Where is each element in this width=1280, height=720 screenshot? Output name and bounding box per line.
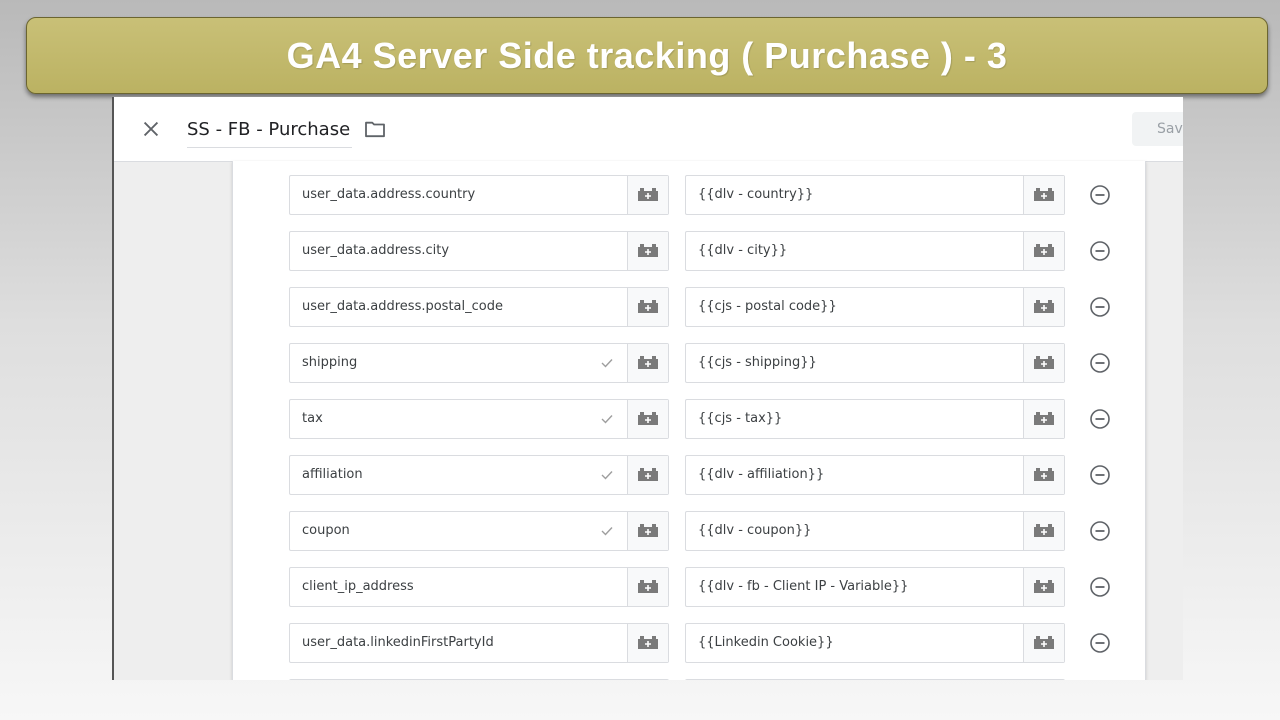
parameter-name-input[interactable]: user_data.linkedinFirstPartyId: [289, 623, 669, 663]
parameter-value-input[interactable]: [685, 679, 1065, 680]
editor-header: SS - FB - Purchase Save: [114, 97, 1183, 162]
remove-circle-icon[interactable]: [1089, 352, 1111, 374]
parameter-name-text: client_ip_address: [302, 579, 414, 594]
check-icon: [600, 356, 614, 370]
parameter-name-input[interactable]: coupon: [289, 511, 669, 551]
check-icon: [600, 468, 614, 482]
parameter-name-input[interactable]: client_ip_address: [289, 567, 669, 607]
variable-picker-icon[interactable]: [1023, 624, 1064, 662]
close-icon[interactable]: [140, 118, 162, 140]
parameter-name-input[interactable]: user_data.address.city: [289, 231, 669, 271]
parameter-value-text: {{cjs - tax}}: [698, 411, 783, 426]
parameter-name-input[interactable]: tax: [289, 399, 669, 439]
parameter-value-input[interactable]: {{dlv - country}}: [685, 175, 1065, 215]
parameter-name-text: coupon: [302, 523, 350, 538]
parameter-name-text: tax: [302, 411, 323, 426]
remove-circle-icon[interactable]: [1089, 464, 1111, 486]
parameter-row: user_data.address.country {{dlv - countr…: [233, 175, 1145, 215]
parameter-name-text: affiliation: [302, 467, 363, 482]
check-icon: [600, 524, 614, 538]
variable-picker-icon[interactable]: [1023, 344, 1064, 382]
remove-circle-icon[interactable]: [1089, 632, 1111, 654]
parameter-row: user_data.address.city {{dlv - city}}: [233, 231, 1145, 271]
parameter-value-input[interactable]: {{dlv - coupon}}: [685, 511, 1065, 551]
variable-picker-icon[interactable]: [627, 232, 668, 270]
parameter-row: shipping {{cjs - shipping}}: [233, 343, 1145, 383]
parameter-row: coupon {{dlv - coupon}}: [233, 511, 1145, 551]
variable-picker-icon[interactable]: [627, 176, 668, 214]
variable-picker-icon[interactable]: [627, 288, 668, 326]
slide-banner: GA4 Server Side tracking ( Purchase ) - …: [26, 17, 1268, 94]
parameter-name-text: user_data.address.postal_code: [302, 299, 503, 314]
parameter-value-text: {{dlv - coupon}}: [698, 523, 812, 538]
variable-picker-icon[interactable]: [1023, 568, 1064, 606]
slide-title: GA4 Server Side tracking ( Purchase ) - …: [286, 34, 1008, 76]
tag-editor-window: SS - FB - Purchase Save user_data.addres…: [112, 97, 1183, 680]
save-button[interactable]: Save: [1132, 112, 1183, 146]
parameter-name-text: user_data.address.country: [302, 187, 476, 202]
variable-picker-icon[interactable]: [1023, 512, 1064, 550]
remove-circle-icon[interactable]: [1089, 296, 1111, 318]
variable-picker-icon[interactable]: [1023, 176, 1064, 214]
parameter-value-input[interactable]: {{cjs - postal code}}: [685, 287, 1065, 327]
parameter-value-text: {{dlv - fb - Client IP - Variable}}: [698, 579, 909, 594]
parameter-value-text: {{dlv - city}}: [698, 243, 788, 258]
remove-circle-icon[interactable]: [1089, 240, 1111, 262]
variable-picker-icon[interactable]: [627, 512, 668, 550]
parameter-name-text: user_data.linkedinFirstPartyId: [302, 635, 494, 650]
variable-picker-icon[interactable]: [627, 344, 668, 382]
variable-picker-icon[interactable]: [627, 624, 668, 662]
variable-picker-icon[interactable]: [627, 400, 668, 438]
remove-circle-icon[interactable]: [1089, 408, 1111, 430]
parameter-row: tax {{cjs - tax}}: [233, 399, 1145, 439]
variable-picker-icon[interactable]: [1023, 456, 1064, 494]
parameter-value-input[interactable]: {{dlv - fb - Client IP - Variable}}: [685, 567, 1065, 607]
variable-picker-icon[interactable]: [1023, 288, 1064, 326]
variable-picker-icon[interactable]: [1023, 400, 1064, 438]
parameter-value-text: {{cjs - postal code}}: [698, 299, 837, 314]
parameter-name-input[interactable]: [289, 679, 669, 680]
parameter-row: user_data.address.postal_code {{cjs - po…: [233, 287, 1145, 327]
parameter-name-input[interactable]: affiliation: [289, 455, 669, 495]
remove-circle-icon[interactable]: [1089, 184, 1111, 206]
parameter-value-text: {{dlv - country}}: [698, 187, 814, 202]
parameter-name-text: shipping: [302, 355, 358, 370]
parameter-row: user_data.linkedinFirstPartyId {{Linkedi…: [233, 623, 1145, 663]
parameter-name-text: user_data.address.city: [302, 243, 450, 258]
parameter-value-input[interactable]: {{dlv - city}}: [685, 231, 1065, 271]
parameter-value-text: {{cjs - shipping}}: [698, 355, 817, 370]
parameter-value-input[interactable]: {{Linkedin Cookie}}: [685, 623, 1065, 663]
variable-picker-icon[interactable]: [627, 456, 668, 494]
parameter-table: user_data.address.country {{dlv - countr…: [232, 161, 1146, 680]
parameter-value-input[interactable]: {{cjs - tax}}: [685, 399, 1065, 439]
remove-circle-icon[interactable]: [1089, 520, 1111, 542]
parameter-row: client_ip_address {{dlv - fb - Client IP…: [233, 567, 1145, 607]
parameter-row: [233, 679, 1145, 680]
parameter-row: affiliation {{dlv - affiliation}}: [233, 455, 1145, 495]
parameter-value-input[interactable]: {{dlv - affiliation}}: [685, 455, 1065, 495]
parameter-name-input[interactable]: shipping: [289, 343, 669, 383]
parameter-name-input[interactable]: user_data.address.postal_code: [289, 287, 669, 327]
parameter-value-text: {{dlv - affiliation}}: [698, 467, 825, 482]
parameter-value-text: {{Linkedin Cookie}}: [698, 635, 834, 650]
variable-picker-icon[interactable]: [1023, 232, 1064, 270]
parameter-value-input[interactable]: {{cjs - shipping}}: [685, 343, 1065, 383]
tag-name-title[interactable]: SS - FB - Purchase: [187, 117, 353, 148]
remove-circle-icon[interactable]: [1089, 576, 1111, 598]
parameter-name-input[interactable]: user_data.address.country: [289, 175, 669, 215]
folder-icon[interactable]: [364, 120, 386, 138]
check-icon: [600, 412, 614, 426]
variable-picker-icon[interactable]: [627, 568, 668, 606]
